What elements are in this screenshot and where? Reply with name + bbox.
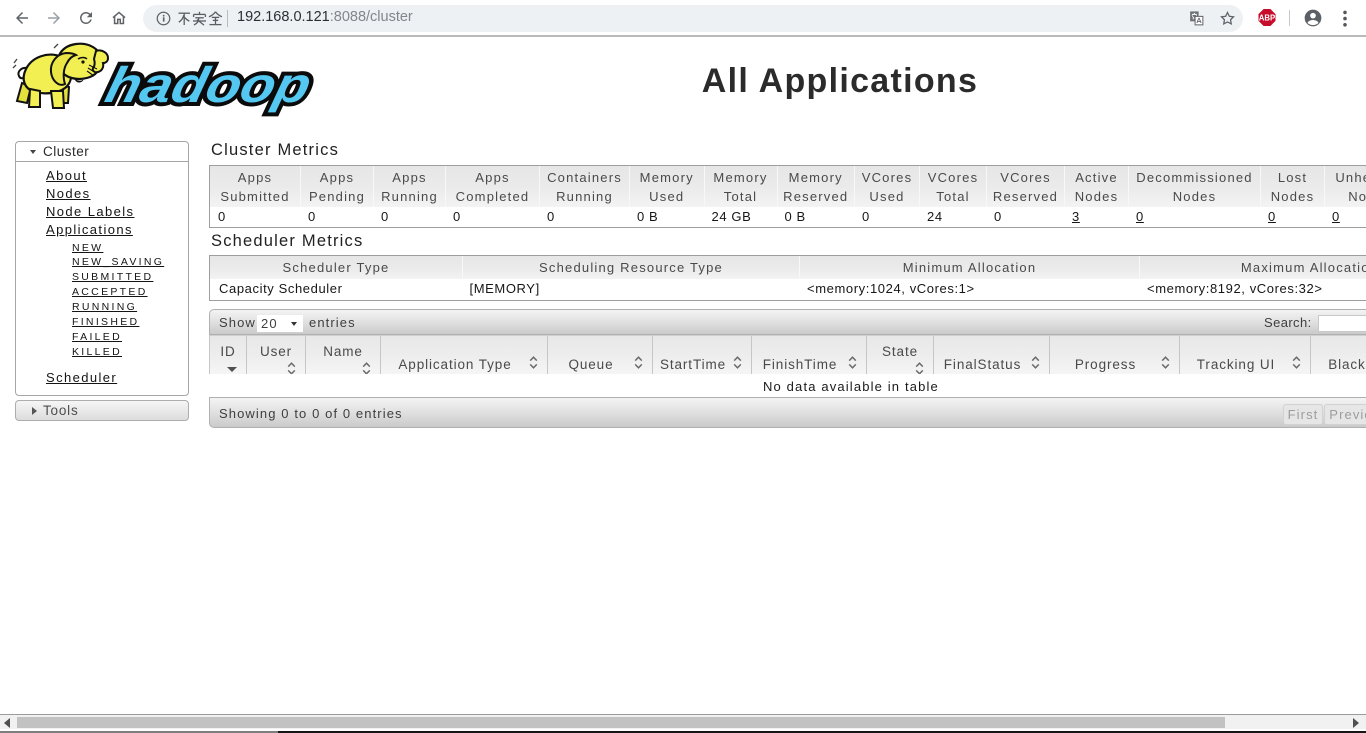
svg-text:ABP: ABP bbox=[1259, 14, 1275, 23]
svg-text:hadoop: hadoop bbox=[100, 57, 317, 113]
